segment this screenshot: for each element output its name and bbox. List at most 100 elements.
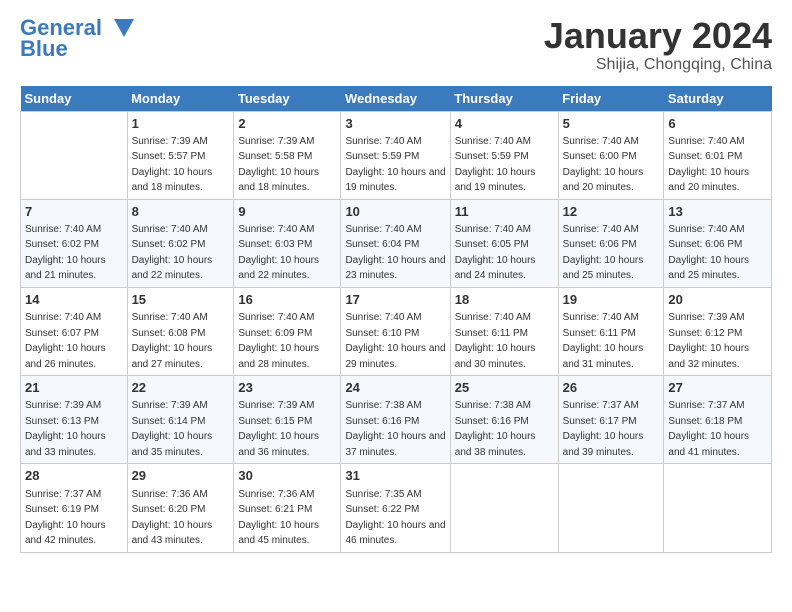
day-cell: 24 Sunrise: 7:38 AMSunset: 6:16 PMDayligh… bbox=[341, 376, 450, 464]
day-info: Sunrise: 7:40 AMSunset: 6:02 PMDaylight:… bbox=[132, 224, 213, 282]
day-info: Sunrise: 7:40 AMSunset: 6:06 PMDaylight:… bbox=[563, 224, 644, 282]
day-cell bbox=[450, 464, 558, 552]
day-number: 26 bbox=[563, 379, 660, 397]
header-cell-monday: Monday bbox=[127, 86, 234, 112]
day-cell: 21 Sunrise: 7:39 AMSunset: 6:13 PMDayligh… bbox=[21, 376, 128, 464]
day-info: Sunrise: 7:36 AMSunset: 6:21 PMDaylight:… bbox=[238, 489, 319, 547]
day-cell: 28 Sunrise: 7:37 AMSunset: 6:19 PMDayligh… bbox=[21, 464, 128, 552]
day-number: 13 bbox=[668, 203, 767, 221]
week-row-3: 21 Sunrise: 7:39 AMSunset: 6:13 PMDayligh… bbox=[21, 376, 772, 464]
day-cell: 19 Sunrise: 7:40 AMSunset: 6:11 PMDayligh… bbox=[558, 287, 664, 375]
day-number: 9 bbox=[238, 203, 336, 221]
day-cell: 7 Sunrise: 7:40 AMSunset: 6:02 PMDaylight… bbox=[21, 199, 128, 287]
day-number: 14 bbox=[25, 291, 123, 309]
day-number: 2 bbox=[238, 115, 336, 133]
week-row-0: 1 Sunrise: 7:39 AMSunset: 5:57 PMDaylight… bbox=[21, 111, 772, 199]
month-title: January 2024 bbox=[544, 16, 772, 56]
day-number: 1 bbox=[132, 115, 230, 133]
day-cell bbox=[558, 464, 664, 552]
day-info: Sunrise: 7:40 AMSunset: 6:04 PMDaylight:… bbox=[345, 224, 445, 282]
day-info: Sunrise: 7:38 AMSunset: 6:16 PMDaylight:… bbox=[455, 400, 536, 458]
day-cell: 29Sunrise: 7:36 AMSunset: 6:20 PMDayligh… bbox=[127, 464, 234, 552]
day-info: Sunrise: 7:38 AMSunset: 6:16 PMDaylight:… bbox=[345, 400, 445, 458]
header-cell-sunday: Sunday bbox=[21, 86, 128, 112]
week-row-2: 14 Sunrise: 7:40 AMSunset: 6:07 PMDayligh… bbox=[21, 287, 772, 375]
week-row-4: 28 Sunrise: 7:37 AMSunset: 6:19 PMDayligh… bbox=[21, 464, 772, 552]
day-number: 12 bbox=[563, 203, 660, 221]
day-info: Sunrise: 7:40 AMSunset: 6:11 PMDaylight:… bbox=[563, 312, 644, 370]
title-block: January 2024 Shijia, Chongqing, China bbox=[544, 16, 772, 74]
day-cell: 11Sunrise: 7:40 AMSunset: 6:05 PMDayligh… bbox=[450, 199, 558, 287]
day-number: 4 bbox=[455, 115, 554, 133]
day-cell: 1 Sunrise: 7:39 AMSunset: 5:57 PMDaylight… bbox=[127, 111, 234, 199]
header-row: SundayMondayTuesdayWednesdayThursdayFrid… bbox=[21, 86, 772, 112]
day-cell: 14 Sunrise: 7:40 AMSunset: 6:07 PMDayligh… bbox=[21, 287, 128, 375]
day-cell: 17Sunrise: 7:40 AMSunset: 6:10 PMDayligh… bbox=[341, 287, 450, 375]
header-cell-saturday: Saturday bbox=[664, 86, 772, 112]
day-info: Sunrise: 7:40 AMSunset: 6:00 PMDaylight:… bbox=[563, 136, 644, 194]
day-number: 22 bbox=[132, 379, 230, 397]
day-info: Sunrise: 7:39 AMSunset: 6:12 PMDaylight:… bbox=[668, 312, 749, 370]
day-cell: 3 Sunrise: 7:40 AMSunset: 5:59 PMDaylight… bbox=[341, 111, 450, 199]
day-number: 31 bbox=[345, 467, 445, 485]
day-info: Sunrise: 7:37 AMSunset: 6:17 PMDaylight:… bbox=[563, 400, 644, 458]
day-number: 11 bbox=[455, 203, 554, 221]
day-number: 15 bbox=[132, 291, 230, 309]
day-info: Sunrise: 7:35 AMSunset: 6:22 PMDaylight:… bbox=[345, 489, 445, 547]
day-cell: 27 Sunrise: 7:37 AMSunset: 6:18 PMDayligh… bbox=[664, 376, 772, 464]
day-info: Sunrise: 7:39 AMSunset: 5:57 PMDaylight:… bbox=[132, 136, 213, 194]
day-number: 28 bbox=[25, 467, 123, 485]
page-header: General Blue January 2024 Shijia, Chongq… bbox=[20, 16, 772, 74]
day-number: 18 bbox=[455, 291, 554, 309]
day-number: 25 bbox=[455, 379, 554, 397]
day-number: 3 bbox=[345, 115, 445, 133]
day-info: Sunrise: 7:40 AMSunset: 6:07 PMDaylight:… bbox=[25, 312, 106, 370]
day-cell: 8 Sunrise: 7:40 AMSunset: 6:02 PMDaylight… bbox=[127, 199, 234, 287]
day-number: 16 bbox=[238, 291, 336, 309]
day-cell: 31 Sunrise: 7:35 AMSunset: 6:22 PMDayligh… bbox=[341, 464, 450, 552]
day-number: 27 bbox=[668, 379, 767, 397]
day-cell: 15 Sunrise: 7:40 AMSunset: 6:08 PMDayligh… bbox=[127, 287, 234, 375]
day-number: 5 bbox=[563, 115, 660, 133]
day-number: 30 bbox=[238, 467, 336, 485]
day-info: Sunrise: 7:39 AMSunset: 6:14 PMDaylight:… bbox=[132, 400, 213, 458]
day-cell: 20 Sunrise: 7:39 AMSunset: 6:12 PMDayligh… bbox=[664, 287, 772, 375]
day-number: 24 bbox=[345, 379, 445, 397]
day-cell: 10 Sunrise: 7:40 AMSunset: 6:04 PMDayligh… bbox=[341, 199, 450, 287]
day-info: Sunrise: 7:39 AMSunset: 6:15 PMDaylight:… bbox=[238, 400, 319, 458]
day-number: 20 bbox=[668, 291, 767, 309]
day-number: 8 bbox=[132, 203, 230, 221]
week-row-1: 7 Sunrise: 7:40 AMSunset: 6:02 PMDaylight… bbox=[21, 199, 772, 287]
day-cell: 23Sunrise: 7:39 AMSunset: 6:15 PMDayligh… bbox=[234, 376, 341, 464]
day-cell: 2 Sunrise: 7:39 AMSunset: 5:58 PMDaylight… bbox=[234, 111, 341, 199]
day-cell: 5 Sunrise: 7:40 AMSunset: 6:00 PMDaylight… bbox=[558, 111, 664, 199]
day-info: Sunrise: 7:37 AMSunset: 6:18 PMDaylight:… bbox=[668, 400, 749, 458]
day-info: Sunrise: 7:40 AMSunset: 6:01 PMDaylight:… bbox=[668, 136, 749, 194]
day-number: 7 bbox=[25, 203, 123, 221]
day-cell: 16 Sunrise: 7:40 AMSunset: 6:09 PMDayligh… bbox=[234, 287, 341, 375]
day-info: Sunrise: 7:40 AMSunset: 6:03 PMDaylight:… bbox=[238, 224, 319, 282]
logo: General Blue bbox=[20, 16, 134, 62]
day-number: 21 bbox=[25, 379, 123, 397]
header-cell-tuesday: Tuesday bbox=[234, 86, 341, 112]
day-number: 10 bbox=[345, 203, 445, 221]
day-info: Sunrise: 7:40 AMSunset: 6:02 PMDaylight:… bbox=[25, 224, 106, 282]
day-cell: 26 Sunrise: 7:37 AMSunset: 6:17 PMDayligh… bbox=[558, 376, 664, 464]
day-info: Sunrise: 7:39 AMSunset: 6:13 PMDaylight:… bbox=[25, 400, 106, 458]
day-number: 19 bbox=[563, 291, 660, 309]
header-cell-friday: Friday bbox=[558, 86, 664, 112]
day-cell: 6Sunrise: 7:40 AMSunset: 6:01 PMDaylight… bbox=[664, 111, 772, 199]
day-cell: 9 Sunrise: 7:40 AMSunset: 6:03 PMDaylight… bbox=[234, 199, 341, 287]
day-cell bbox=[21, 111, 128, 199]
day-cell: 30 Sunrise: 7:36 AMSunset: 6:21 PMDayligh… bbox=[234, 464, 341, 552]
day-info: Sunrise: 7:37 AMSunset: 6:19 PMDaylight:… bbox=[25, 489, 106, 547]
day-info: Sunrise: 7:40 AMSunset: 6:09 PMDaylight:… bbox=[238, 312, 319, 370]
day-info: Sunrise: 7:40 AMSunset: 6:08 PMDaylight:… bbox=[132, 312, 213, 370]
day-number: 17 bbox=[345, 291, 445, 309]
day-cell: 13Sunrise: 7:40 AMSunset: 6:06 PMDayligh… bbox=[664, 199, 772, 287]
day-info: Sunrise: 7:36 AMSunset: 6:20 PMDaylight:… bbox=[132, 489, 213, 547]
day-info: Sunrise: 7:39 AMSunset: 5:58 PMDaylight:… bbox=[238, 136, 319, 194]
header-cell-thursday: Thursday bbox=[450, 86, 558, 112]
logo-icon bbox=[106, 17, 134, 39]
day-info: Sunrise: 7:40 AMSunset: 5:59 PMDaylight:… bbox=[345, 136, 445, 194]
